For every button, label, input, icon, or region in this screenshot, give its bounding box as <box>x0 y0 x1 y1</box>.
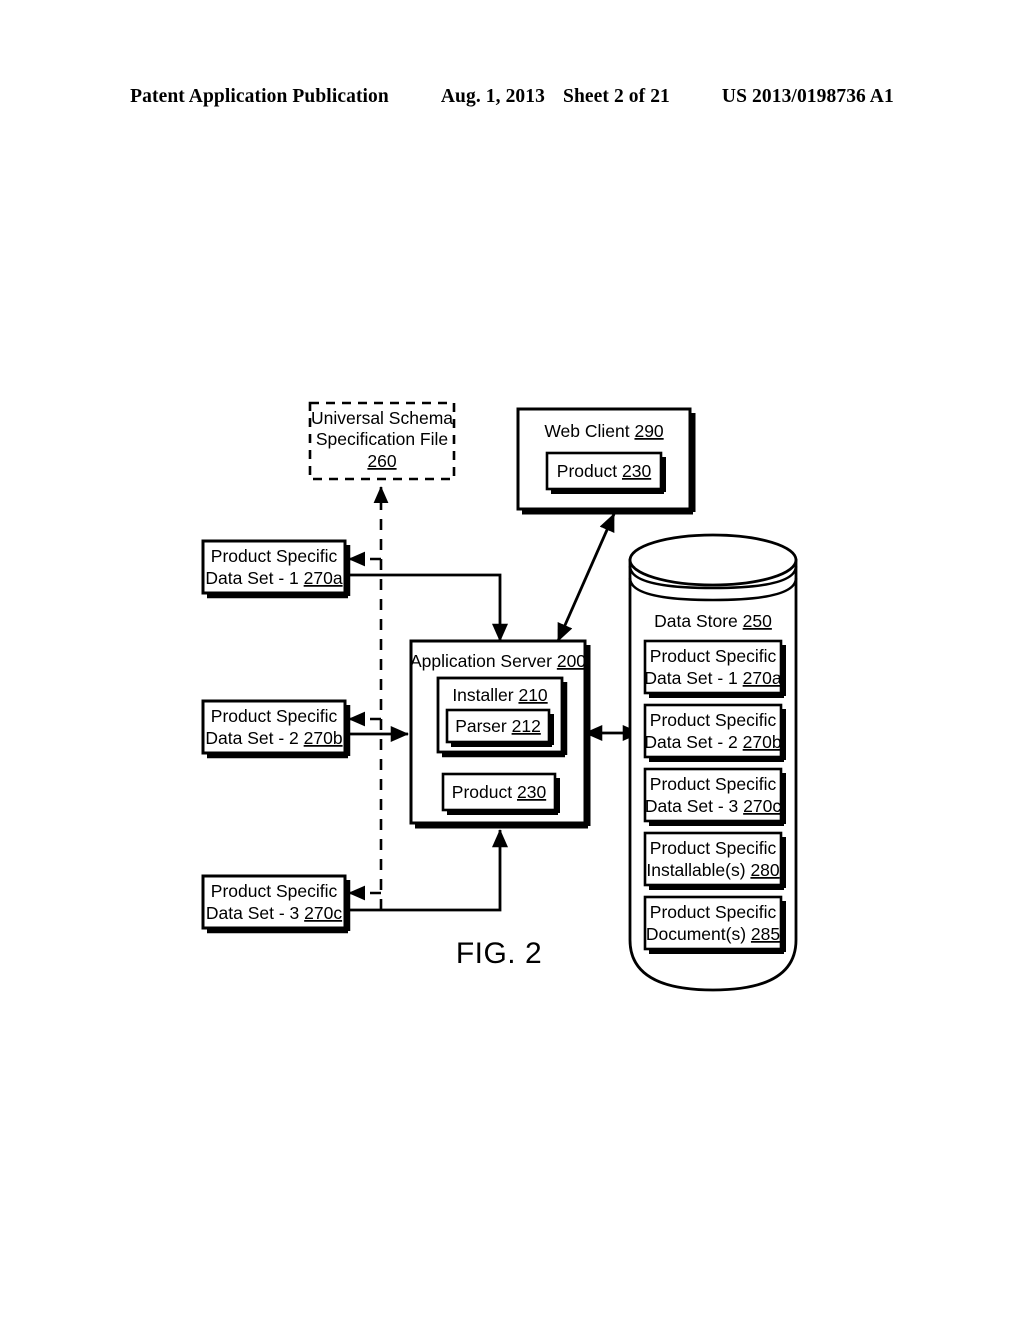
diagram-canvas: Data Store 250 Product Specific Data Set… <box>201 401 798 992</box>
schema-file-ref: 260 <box>367 451 396 471</box>
data-set-line2: Data Set - 1 <box>205 568 298 588</box>
web-client-product-title: Product <box>557 461 617 481</box>
data-set-line2: Data Set - 3 <box>206 903 299 923</box>
parser-title: Parser <box>455 716 507 736</box>
data-store-title-label: Data Store <box>654 611 738 631</box>
installer-title: Installer <box>452 685 513 705</box>
svg-text:Parser 212: Parser 212 <box>455 716 541 736</box>
data-set-line1: Product Specific <box>211 881 338 901</box>
universal-schema-specification-file: Universal Schema Specification File 260 <box>308 401 456 481</box>
web-client-title: Web Client <box>544 421 629 441</box>
data-set-ref: 270b <box>304 728 343 748</box>
data-store-item-ref: 280 <box>750 860 779 880</box>
data-store-item-270c: Product Specific Data Set - 3 270c <box>643 767 786 826</box>
data-store-item-ref: 270a <box>743 668 782 688</box>
web-client-product-box: Product 230 <box>545 451 666 494</box>
svg-text:Data Set - 1 270: Data Set - 1 270a <box>644 668 781 688</box>
application-server-product-title: Product <box>452 782 512 802</box>
data-set-line1: Product Specific <box>211 546 338 566</box>
data-store-item-285: Product Specific Document(s) 285 <box>643 895 786 954</box>
svg-text:Product 230: Product 230 <box>557 461 652 481</box>
connector-dataset-1-to-app-server <box>346 573 509 642</box>
installer-ref: 210 <box>518 685 547 705</box>
schema-file-line2: Specification File <box>316 429 448 449</box>
svg-text:Data Set - 2 270: Data Set - 2 270b <box>205 728 342 748</box>
svg-text:Document(s) 285: Document(s) 285 <box>646 924 780 944</box>
application-server-product-box: Product 230 <box>441 772 560 815</box>
web-client-product-ref: 230 <box>622 461 651 481</box>
data-store-item-270a: Product Specific Data Set - 1 270a <box>643 639 786 698</box>
svg-text:Installer 210: Installer 210 <box>452 685 548 705</box>
schema-file-line1: Universal Schema <box>311 408 453 428</box>
data-store-item-line1: Product Specific <box>650 838 777 858</box>
data-store-item-ref: 285 <box>751 924 780 944</box>
svg-text:Data Set - 3 270: Data Set - 3 270c <box>645 796 781 816</box>
web-client-ref: 290 <box>634 421 663 441</box>
parser-box: Parser 212 <box>445 708 554 747</box>
svg-text:Data Store 250: Data Store 250 <box>654 611 772 631</box>
svg-text:Data Set - 2 270: Data Set - 2 270b <box>644 732 781 752</box>
product-specific-data-set-3: Product Specific Data Set - 3 270c <box>201 874 351 934</box>
connector-dataset-3-to-app-server <box>346 829 509 912</box>
data-store-item-line1: Product Specific <box>650 646 777 666</box>
data-set-ref: 270c <box>304 903 342 923</box>
parser-ref: 212 <box>512 716 541 736</box>
data-store-item-ref: 270b <box>743 732 782 752</box>
data-store-item-line2: Data Set - 3 <box>645 796 738 816</box>
data-store-item-line1: Product Specific <box>650 774 777 794</box>
svg-text:Product 230: Product 230 <box>452 782 547 802</box>
svg-text:Web Client 290: Web Client 290 <box>544 421 664 441</box>
svg-text:Application Server: Application Server 200 <box>410 651 586 671</box>
svg-text:Data Set - 1 270: Data Set - 1 270a <box>205 568 342 588</box>
data-store-item-line1: Product Specific <box>650 710 777 730</box>
product-specific-data-set-1: Product Specific Data Set - 1 270a <box>201 539 351 599</box>
data-store-ref: 250 <box>743 611 772 631</box>
figure-label: FIG. 2 <box>456 937 542 970</box>
data-set-line2: Data Set - 2 <box>205 728 298 748</box>
data-store-item-270b: Product Specific Data Set - 2 270b <box>643 703 786 762</box>
data-store-item-line2: Data Set - 1 <box>644 668 737 688</box>
data-store-item-line2: Document(s) <box>646 924 746 944</box>
data-store-item-280: Product Specific Installable(s) 280 <box>643 831 786 890</box>
data-store-item-line2: Installable(s) <box>646 860 745 880</box>
figure-2-diagram: Data Store 250 Product Specific Data Set… <box>0 0 1024 1320</box>
data-store-item-ref: 270c <box>743 796 781 816</box>
svg-text:Data Set - 3 270: Data Set - 3 270c <box>206 903 342 923</box>
data-store-item-line1: Product Specific <box>650 902 777 922</box>
connector-app-server-to-web-client <box>556 513 616 642</box>
svg-text:Installable(s) 2: Installable(s) 280 <box>646 860 780 880</box>
data-store-title: Data Store 250 <box>654 611 772 631</box>
data-set-ref: 270a <box>304 568 343 588</box>
application-server-title: Application Server <box>410 651 552 671</box>
application-server-product-ref: 230 <box>517 782 546 802</box>
data-store-item-line2: Data Set - 2 <box>644 732 737 752</box>
product-specific-data-set-2: Product Specific Data Set - 2 270b <box>201 699 351 759</box>
application-server-ref: 200 <box>557 651 586 671</box>
data-set-line1: Product Specific <box>211 706 338 726</box>
